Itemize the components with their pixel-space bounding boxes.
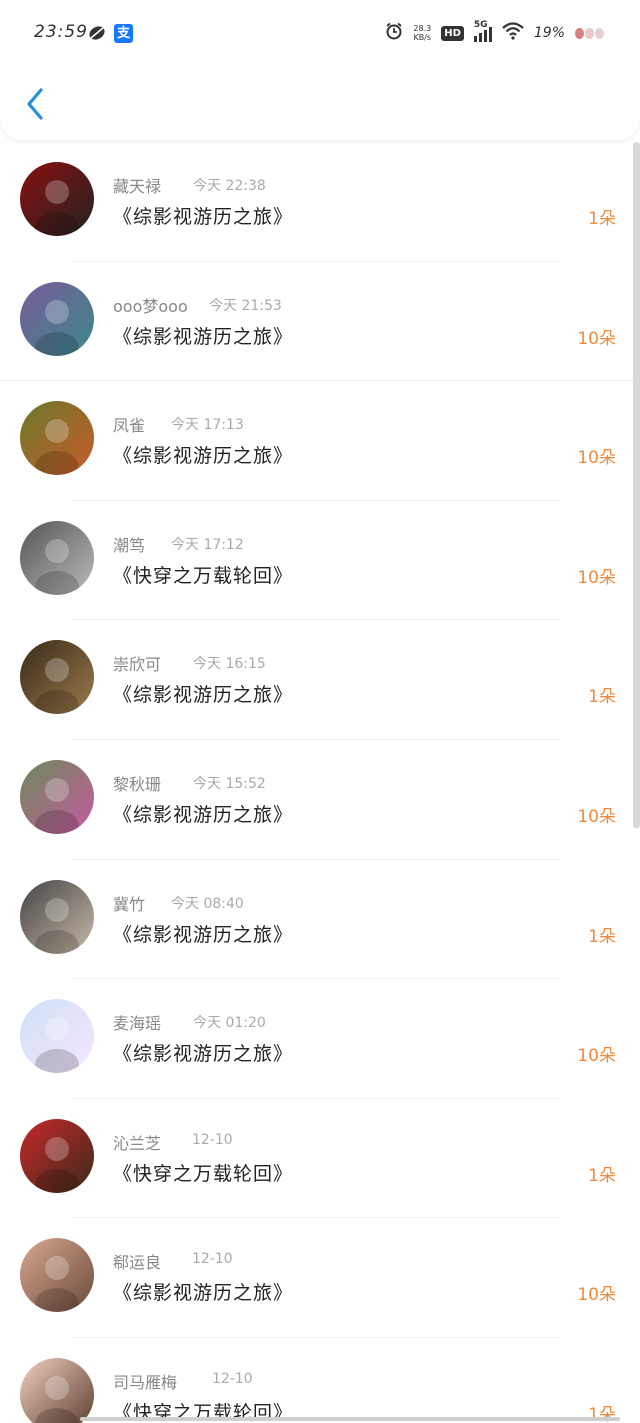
record-time: 今天 08:40	[171, 895, 244, 912]
status-bar: 23:59 支 28.3 KB/s HD 5G 19%	[0, 0, 640, 64]
gift-count: 10朵	[577, 448, 616, 469]
user-name: ooo梦ooo	[113, 296, 188, 316]
record-time: 今天 21:53	[209, 297, 282, 314]
list-item[interactable]: 沁兰芝 12-10 《快穿之万载轮回》 1朵	[0, 1099, 640, 1219]
header-bar	[0, 64, 640, 140]
gift-count: 1朵	[588, 687, 616, 708]
list-item[interactable]: 麦海瑶 今天 01:20 《综影视游历之旅》 10朵	[0, 979, 640, 1099]
book-title[interactable]: 《综影视游历之旅》	[113, 202, 293, 229]
book-title[interactable]: 《综影视游历之旅》	[113, 1039, 293, 1066]
book-title[interactable]: 《快穿之万载轮回》	[113, 561, 293, 588]
avatar[interactable]	[20, 999, 94, 1074]
gift-record-list[interactable]: 藏天禄 今天 22:38 《综影视游历之旅》 1朵 ooo梦ooo 今天 21:53 《综影…	[0, 142, 640, 1423]
avatar[interactable]	[20, 401, 94, 476]
gift-count: 10朵	[577, 567, 616, 588]
user-name: 冀竹	[113, 894, 146, 914]
list-item[interactable]: 崇欣可 今天 16:15 《综影视游历之旅》 1朵	[0, 620, 640, 740]
user-name: 藏天禄	[113, 177, 162, 196]
status-indicators: 28.3 KB/s HD 5G 19%	[385, 20, 604, 46]
chevron-left-icon	[27, 88, 43, 120]
user-name: 沁兰芝	[113, 1133, 162, 1153]
wifi-icon	[502, 22, 524, 44]
signal-icon: 5G	[473, 20, 492, 42]
scrollbar[interactable]	[633, 142, 640, 828]
battery-level: 19%	[533, 25, 565, 41]
list-item[interactable]: 司马雁梅 12-10 《快穿之万载轮回》 1朵	[0, 1338, 640, 1423]
record-time: 12-10	[192, 1131, 233, 1148]
book-title[interactable]: 《综影视游历之旅》	[113, 680, 293, 707]
user-name: 司马雁梅	[113, 1372, 178, 1392]
record-time: 今天 17:13	[171, 417, 244, 434]
book-title[interactable]: 《综影视游历之旅》	[113, 920, 293, 947]
user-name: 黎秋珊	[113, 774, 162, 794]
user-name: 郗运良	[113, 1253, 162, 1273]
record-time: 今天 22:38	[193, 178, 266, 194]
avatar[interactable]	[20, 1357, 94, 1423]
network-speed-value: 28.3	[413, 24, 432, 33]
user-name: 潮笃	[113, 535, 146, 555]
gift-count: 10朵	[577, 328, 616, 349]
status-time: 23:59	[34, 22, 88, 42]
network-type: 5G	[473, 20, 488, 30]
gift-count: 1朵	[588, 209, 616, 229]
avatar[interactable]	[20, 879, 94, 954]
gift-count: 1朵	[588, 1165, 616, 1186]
avatar[interactable]	[20, 1238, 94, 1313]
gift-count: 10朵	[577, 1285, 616, 1306]
gift-count: 1朵	[588, 926, 616, 947]
record-time: 今天 16:15	[193, 656, 266, 673]
list-item[interactable]: 凤雀 今天 17:13 《综影视游历之旅》 10朵	[0, 381, 640, 501]
network-speed-unit: KB/s	[413, 33, 432, 42]
book-title[interactable]: 《综影视游历之旅》	[113, 1278, 293, 1305]
record-time: 今天 17:12	[171, 536, 244, 553]
gift-count: 10朵	[577, 1046, 616, 1067]
user-name: 凤雀	[113, 416, 146, 436]
alipay-icon: 支	[114, 24, 133, 43]
user-name: 崇欣可	[113, 655, 162, 675]
list-item[interactable]: 郗运良 12-10 《综影视游历之旅》 10朵	[0, 1218, 640, 1338]
avatar[interactable]	[20, 162, 94, 236]
alarm-icon	[385, 22, 403, 44]
avatar[interactable]	[20, 1118, 94, 1193]
record-time: 今天 01:20	[193, 1015, 266, 1032]
book-title[interactable]: 《综影视游历之旅》	[113, 322, 293, 349]
book-title[interactable]: 《综影视游历之旅》	[113, 441, 293, 468]
user-name: 麦海瑶	[113, 1014, 162, 1034]
leaf-app-icon	[88, 24, 106, 42]
book-title[interactable]: 《综影视游历之旅》	[113, 800, 293, 827]
book-title[interactable]: 《快穿之万载轮回》	[113, 1159, 293, 1186]
record-time: 12-10	[192, 1251, 233, 1268]
list-item[interactable]: ooo梦ooo 今天 21:53 《综影视游历之旅》 10朵	[0, 262, 640, 382]
list-item[interactable]: 冀竹 今天 08:40 《综影视游历之旅》 1朵	[0, 860, 640, 980]
back-button[interactable]	[20, 86, 50, 122]
list-item[interactable]: 黎秋珊 今天 15:52 《综影视游历之旅》 10朵	[0, 740, 640, 860]
hd-badge: HD	[441, 25, 464, 41]
record-time: 今天 15:52	[193, 775, 266, 792]
avatar[interactable]	[20, 520, 94, 595]
avatar[interactable]	[20, 281, 94, 356]
bottom-indicator	[80, 1417, 620, 1421]
battery-dots-icon	[575, 27, 604, 39]
network-speed: 28.3 KB/s	[413, 24, 431, 42]
avatar[interactable]	[20, 640, 94, 715]
avatar[interactable]	[20, 759, 94, 834]
gift-count: 10朵	[577, 806, 616, 827]
list-item[interactable]: 潮笃 今天 17:12 《快穿之万载轮回》 10朵	[0, 501, 640, 621]
list-item[interactable]: 藏天禄 今天 22:38 《综影视游历之旅》 1朵	[0, 142, 640, 262]
record-time: 12-10	[212, 1370, 253, 1387]
